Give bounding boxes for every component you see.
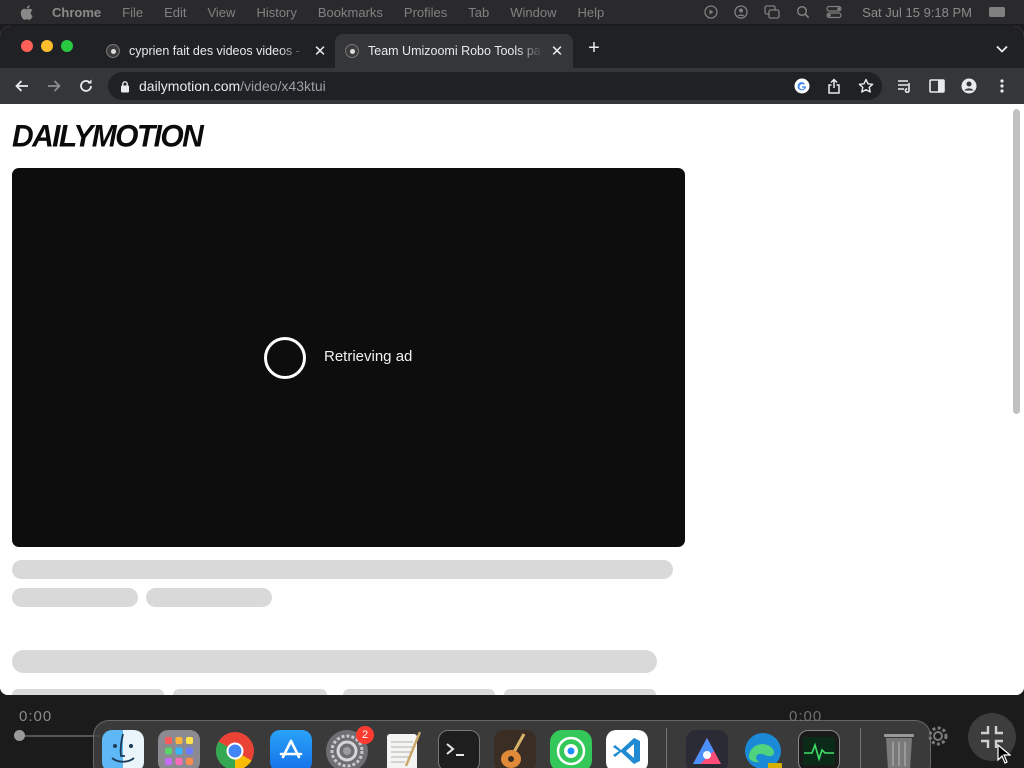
bookmark-star-icon[interactable] <box>854 74 878 98</box>
dailymotion-favicon-icon <box>106 44 120 58</box>
tab-strip: cyprien fait des videos videos - ✕ Team … <box>0 26 1024 68</box>
user-status-icon[interactable] <box>734 5 748 19</box>
fullscreen-window-button[interactable] <box>61 40 73 52</box>
menu-view[interactable]: View <box>207 5 235 20</box>
menu-history[interactable]: History <box>256 5 296 20</box>
seek-bar[interactable] <box>20 735 100 737</box>
apple-menu-icon[interactable] <box>18 4 34 20</box>
back-arrow-icon[interactable] <box>10 74 34 98</box>
garageband-icon[interactable] <box>494 730 536 768</box>
webpage-content: DAILYMOTION Retrieving ad <box>0 104 1024 695</box>
video-player[interactable]: Retrieving ad <box>12 168 685 547</box>
tab-search-chevron-icon[interactable] <box>993 40 1011 58</box>
menu-tab[interactable]: Tab <box>468 5 489 20</box>
reading-list-icon[interactable] <box>893 74 917 98</box>
skeleton-card <box>504 689 656 695</box>
launchpad-icon[interactable] <box>158 730 200 768</box>
browser-toolbar: dailymotion.com/video/x43ktui <box>0 68 1024 104</box>
more-menu-icon[interactable] <box>990 74 1014 98</box>
dock-separator <box>860 728 861 768</box>
skeleton-card <box>343 689 495 695</box>
menu-edit[interactable]: Edit <box>164 5 186 20</box>
screen: Chrome File Edit View History Bookmarks … <box>0 0 1024 768</box>
vscode-icon[interactable] <box>606 730 648 768</box>
play-status-icon[interactable] <box>704 5 718 19</box>
find-my-icon[interactable] <box>550 730 592 768</box>
skeleton-title <box>12 560 673 579</box>
loading-spinner-icon <box>264 337 306 379</box>
menu-bar: Chrome File Edit View History Bookmarks … <box>0 0 1024 24</box>
share-icon[interactable] <box>822 74 846 98</box>
address-bar[interactable]: dailymotion.com/video/x43ktui <box>108 72 882 100</box>
chrome-window: cyprien fait des videos videos - ✕ Team … <box>0 26 1024 695</box>
url-domain: dailymotion.com <box>139 78 241 94</box>
skeleton-card <box>173 689 327 695</box>
close-tab-icon[interactable]: ✕ <box>549 43 565 60</box>
finder-icon[interactable] <box>102 730 144 768</box>
forward-arrow-icon[interactable] <box>42 74 66 98</box>
lock-icon[interactable] <box>120 80 130 93</box>
seek-handle[interactable] <box>14 730 25 741</box>
menu-bookmarks[interactable]: Bookmarks <box>318 5 383 20</box>
side-panel-icon[interactable] <box>925 74 949 98</box>
tab-team-umizoomi[interactable]: Team Umizoomi Robo Tools par ✕ <box>335 34 573 68</box>
dock-separator <box>666 728 667 768</box>
url-text[interactable]: dailymotion.com/video/x43ktui <box>139 78 326 94</box>
elapsed-time: 0:00 <box>19 708 53 725</box>
skeleton-bar <box>12 650 657 673</box>
reload-icon[interactable] <box>74 74 98 98</box>
skeleton-card <box>12 689 164 695</box>
new-tab-button[interactable]: + <box>584 37 604 59</box>
mouse-cursor-icon <box>997 743 1012 764</box>
menu-window[interactable]: Window <box>510 5 556 20</box>
close-window-button[interactable] <box>21 40 33 52</box>
google-lens-icon[interactable] <box>790 74 814 98</box>
menu-profiles[interactable]: Profiles <box>404 5 447 20</box>
dailymotion-favicon-icon <box>345 44 359 58</box>
activity-monitor-icon[interactable] <box>798 730 840 768</box>
tab-cyprien[interactable]: cyprien fait des videos videos - ✕ <box>96 34 336 68</box>
notification-center-icon[interactable] <box>988 6 1006 18</box>
menu-help[interactable]: Help <box>578 5 605 20</box>
minimize-window-button[interactable] <box>41 40 53 52</box>
close-tab-icon[interactable]: ✕ <box>312 43 328 60</box>
profile-avatar-icon[interactable] <box>957 74 981 98</box>
textedit-icon[interactable] <box>382 730 424 768</box>
page-scrollbar-thumb[interactable] <box>1013 109 1020 414</box>
edge-icon[interactable] <box>742 730 784 768</box>
menu-file[interactable]: File <box>122 5 143 20</box>
skeleton-chip <box>12 588 138 607</box>
retrieving-ad-text: Retrieving ad <box>324 348 413 365</box>
control-center-icon[interactable] <box>826 5 842 19</box>
screen-mirroring-icon[interactable] <box>764 5 780 19</box>
menubar-clock[interactable]: Sat Jul 15 9:18 PM <box>862 5 972 20</box>
affinity-icon[interactable] <box>686 730 728 768</box>
notification-badge: 2 <box>356 726 374 744</box>
trash-icon[interactable] <box>878 730 920 768</box>
url-path: /video/x43ktui <box>240 78 326 94</box>
spotlight-search-icon[interactable] <box>796 5 810 19</box>
dailymotion-logo[interactable]: DAILYMOTION <box>12 119 204 155</box>
tab-title: cyprien fait des videos videos - <box>129 44 300 58</box>
tab-title: Team Umizoomi Robo Tools par <box>368 44 543 58</box>
app-store-icon[interactable] <box>270 730 312 768</box>
menu-app-name[interactable]: Chrome <box>52 5 101 20</box>
chrome-icon[interactable] <box>214 730 256 768</box>
skeleton-chip <box>146 588 272 607</box>
terminal-icon[interactable] <box>438 730 480 768</box>
settings-gear-icon[interactable] <box>926 724 950 748</box>
